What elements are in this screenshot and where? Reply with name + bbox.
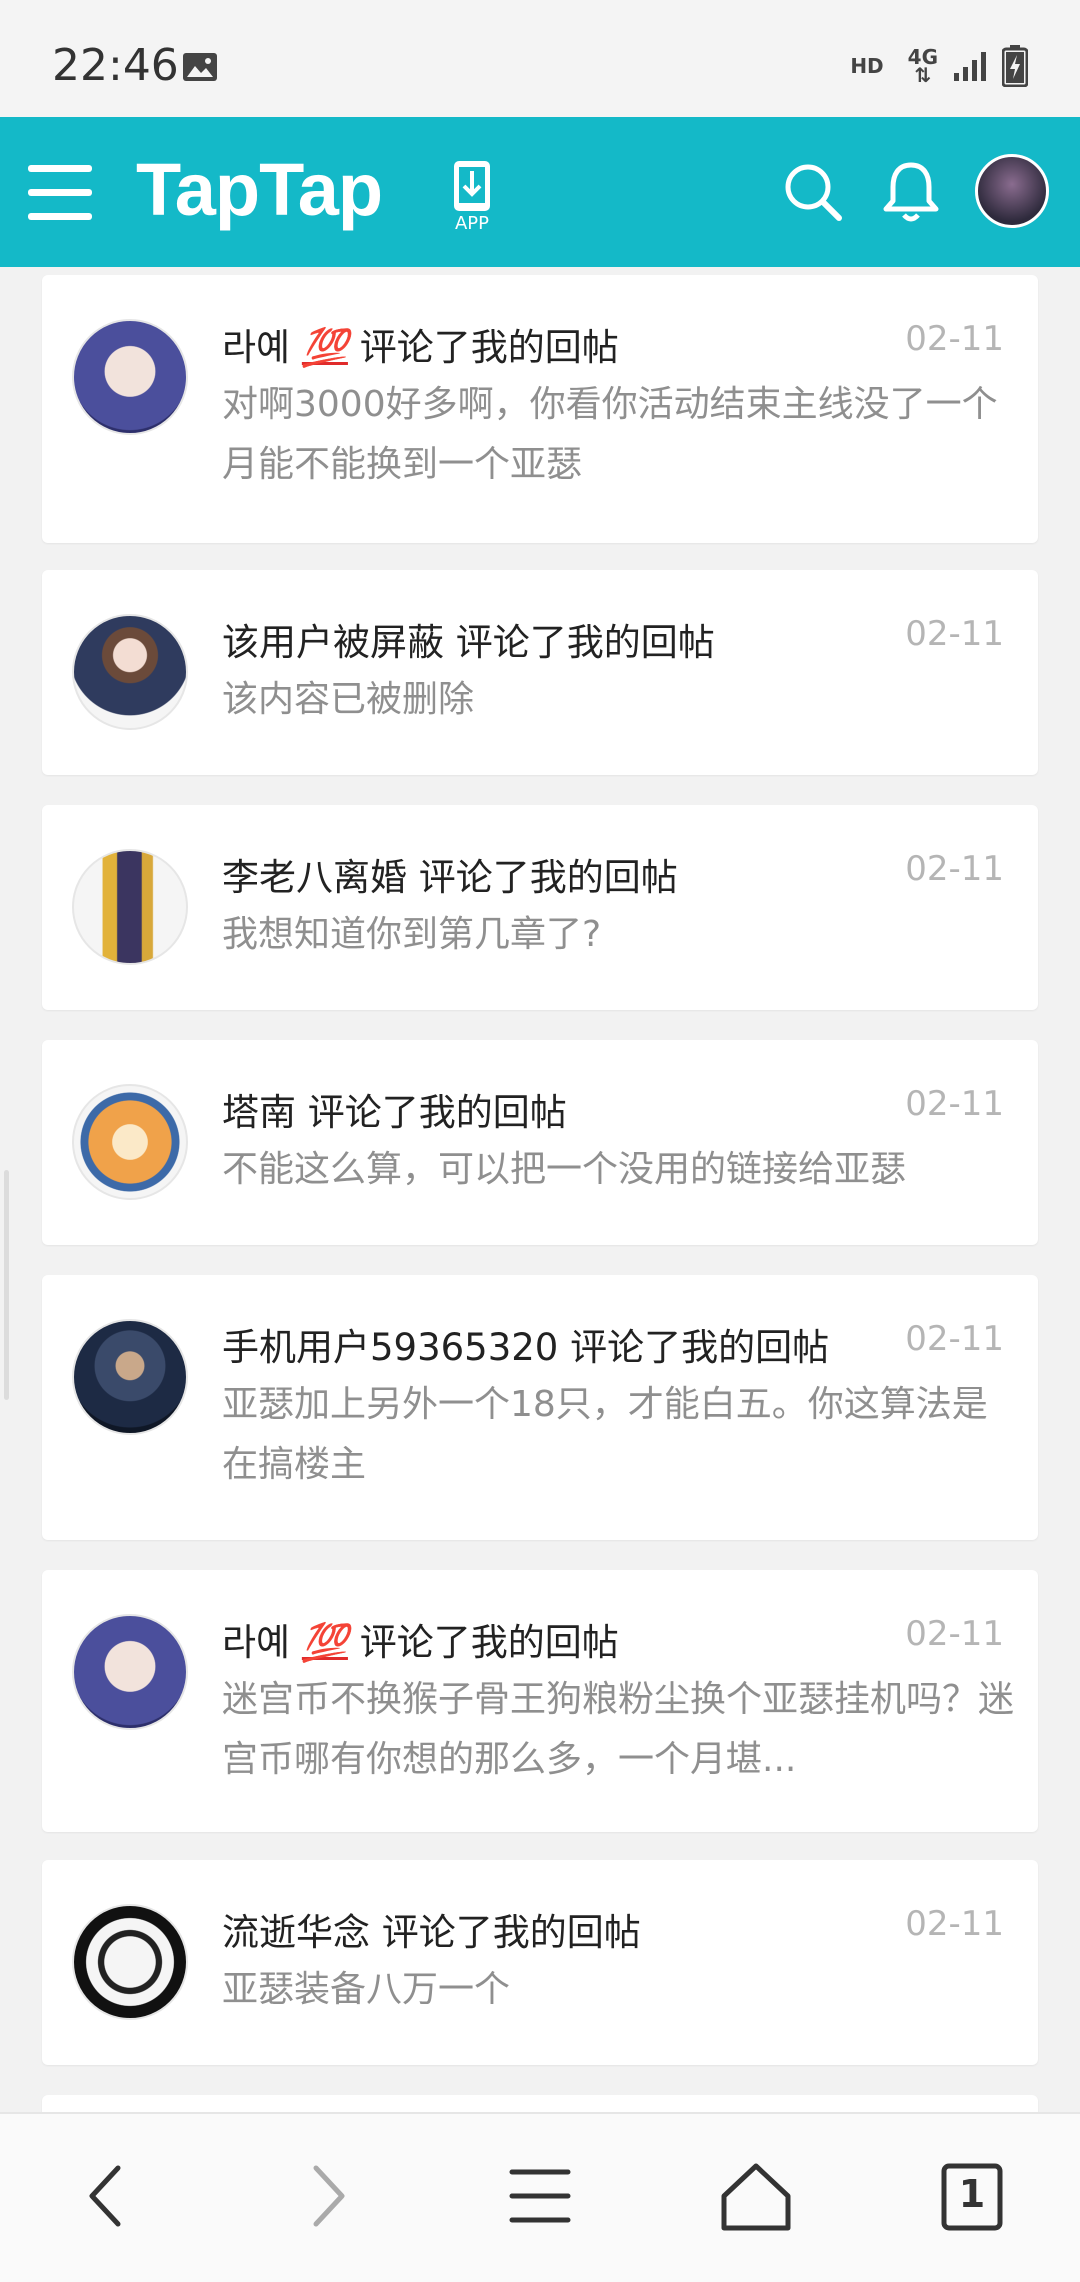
avatar[interactable] — [72, 849, 188, 965]
image-icon — [183, 53, 217, 81]
comment-text[interactable]: 我想知道你到第几章了? — [222, 905, 1022, 965]
action-text: 评论了我的回帖 — [418, 856, 678, 899]
notification-item[interactable]: 李老八离婚 评论了我的回帖 02-11 我想知道你到第几章了? — [42, 805, 1038, 1010]
taptap-logo[interactable]: TapTap — [136, 147, 383, 232]
notification-date: 02-11 — [905, 1614, 1004, 1654]
tab-count: 1 — [958, 2172, 986, 2216]
notification-title: 手机用户59365320 评论了我的回帖 — [222, 1317, 829, 1371]
status-right: HD 4G ⇅ — [850, 44, 1028, 88]
avatar[interactable] — [72, 1319, 188, 1435]
notification-item[interactable]: 该用户被屏蔽 评论了我的回帖 02-11 该内容已被删除 — [42, 570, 1038, 775]
comment-text[interactable]: 迷宫币不换猴子骨王狗粮粉尘换个亚瑟挂机吗？迷宫币哪有你想的那么多，一个月堪... — [222, 1670, 1022, 1790]
avatar[interactable] — [72, 1614, 188, 1730]
comment-text[interactable]: 亚瑟装备八万一个 — [222, 1960, 1022, 2020]
tabs-button[interactable]: 1 — [932, 2156, 1012, 2236]
notification-title: 라예 💯 评论了我的回帖 — [222, 317, 619, 371]
comment-text[interactable]: 不能这么算，可以把一个没用的链接给亚瑟 — [222, 1140, 1022, 1200]
app-download-icon — [454, 161, 490, 211]
menu-lines-icon[interactable] — [500, 2156, 580, 2236]
notification-date: 02-11 — [905, 319, 1004, 359]
notification-item[interactable]: 塔南 评论了我的回帖 02-11 不能这么算，可以把一个没用的链接给亚瑟 — [42, 1040, 1038, 1245]
status-bar: 22:46 HD 4G ⇅ — [0, 0, 1080, 117]
notification-title: 라예 💯 评论了我的回帖 — [222, 1612, 619, 1666]
notification-date: 02-11 — [905, 614, 1004, 654]
comment-text[interactable]: 该内容已被删除 — [222, 670, 1022, 730]
hundred-icon: 💯 — [301, 326, 348, 369]
avatar[interactable] — [72, 1904, 188, 2020]
avatar[interactable] — [72, 319, 188, 435]
avatar[interactable] — [72, 614, 188, 730]
notification-item[interactable]: 手机用户59365320 评论了我的回帖 02-11 亚瑟加上另外一个18只，才… — [42, 1275, 1038, 1540]
notification-date: 02-11 — [905, 1319, 1004, 1359]
notification-item[interactable]: 라예 💯 评论了我的回帖 02-11 对啊3000好多啊，你看你活动结束主线没了… — [42, 275, 1038, 543]
forward-icon[interactable] — [286, 2156, 366, 2236]
action-text: 评论了我的回帖 — [359, 326, 619, 369]
user-name[interactable]: 라예 — [222, 326, 290, 369]
bell-icon[interactable] — [880, 159, 942, 225]
notification-item[interactable]: 流逝华念 评论了我的回帖 02-11 亚瑟装备八万一个 — [42, 1860, 1038, 2065]
notification-title: 该用户被屏蔽 评论了我的回帖 — [222, 612, 715, 666]
signal-icon — [954, 52, 986, 81]
app-label: APP — [454, 213, 490, 234]
action-text: 评论了我的回帖 — [307, 1091, 567, 1134]
notification-date: 02-11 — [905, 849, 1004, 889]
back-icon[interactable] — [68, 2156, 148, 2236]
notification-title: 流逝华念 评论了我的回帖 — [222, 1902, 641, 1956]
action-text: 评论了我的回帖 — [359, 1621, 619, 1664]
battery-charging-icon — [1002, 45, 1028, 87]
bottom-nav: 1 — [0, 2112, 1080, 2282]
user-name[interactable]: 塔南 — [222, 1091, 296, 1134]
avatar[interactable] — [72, 1084, 188, 1200]
app-header: TapTap APP — [0, 117, 1080, 267]
hd-label: HD — [850, 54, 884, 78]
status-time: 22:46 — [52, 40, 179, 91]
scrollbar[interactable] — [4, 1170, 9, 1400]
notification-date: 02-11 — [905, 1904, 1004, 1944]
notification-date: 02-11 — [905, 1084, 1004, 1124]
notification-item[interactable]: 라예 💯 评论了我的回帖 02-11 迷宫币不换猴子骨王狗粮粉尘换个亚瑟挂机吗？… — [42, 1570, 1038, 1832]
user-name[interactable]: 流逝华念 — [222, 1911, 370, 1954]
action-text: 评论了我的回帖 — [570, 1326, 830, 1369]
user-name[interactable]: 라예 — [222, 1621, 290, 1664]
menu-icon[interactable] — [28, 165, 92, 221]
comment-text[interactable]: 亚瑟加上另外一个18只，才能白五。你这算法是在搞楼主 — [222, 1375, 1022, 1495]
comment-text[interactable]: 对啊3000好多啊，你看你活动结束主线没了一个月能不能换到一个亚瑟 — [222, 375, 1022, 495]
notification-title: 塔南 评论了我的回帖 — [222, 1082, 567, 1136]
home-icon[interactable] — [716, 2156, 796, 2236]
app-download-button[interactable]: APP — [444, 159, 500, 239]
action-text: 评论了我的回帖 — [381, 1911, 641, 1954]
user-name[interactable]: 李老八离婚 — [222, 856, 407, 899]
network-label: 4G ⇅ — [907, 45, 938, 87]
notification-title: 李老八离婚 评论了我的回帖 — [222, 847, 678, 901]
user-name[interactable]: 该用户被屏蔽 — [222, 621, 444, 664]
hundred-icon: 💯 — [301, 1621, 348, 1664]
action-text: 评论了我的回帖 — [455, 621, 715, 664]
user-name[interactable]: 手机用户59365320 — [222, 1326, 558, 1369]
user-avatar[interactable] — [975, 154, 1049, 228]
search-icon[interactable] — [782, 161, 844, 223]
